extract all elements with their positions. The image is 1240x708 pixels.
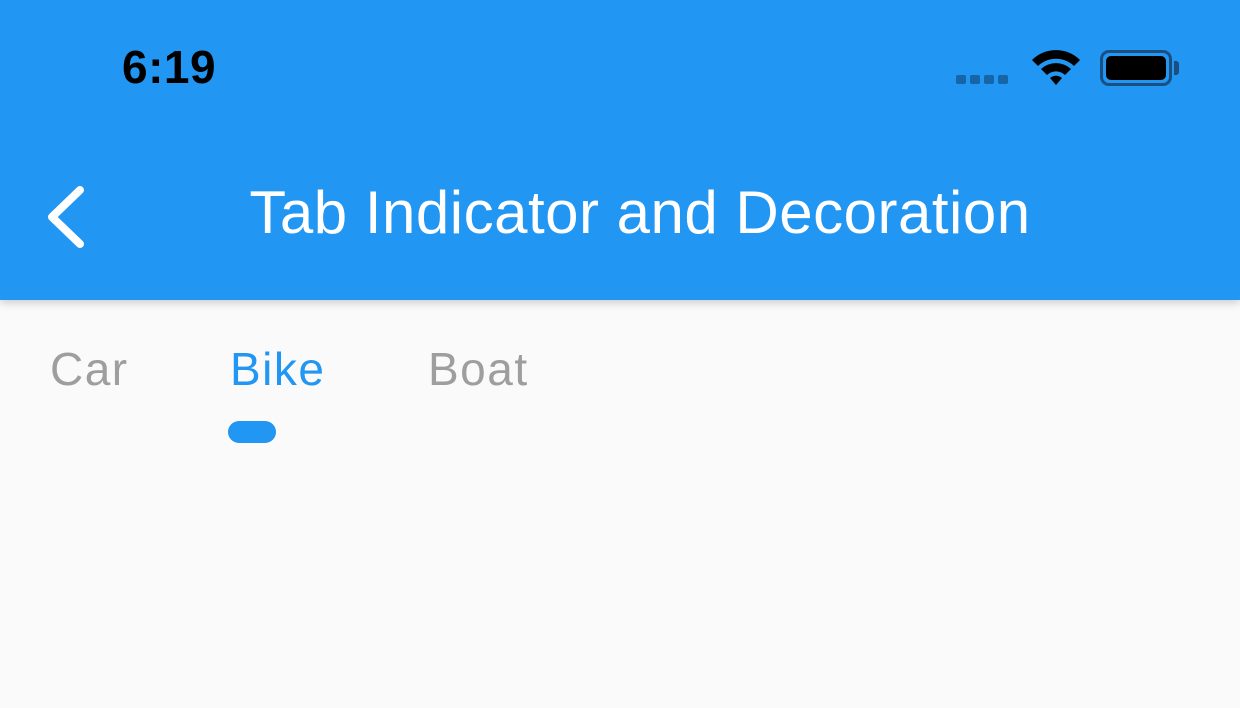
battery-icon: [1100, 50, 1172, 86]
tab-boat[interactable]: Boat: [428, 342, 529, 396]
tab-car[interactable]: Car: [50, 342, 129, 396]
back-button[interactable]: [36, 178, 100, 254]
tab-bar: Car Bike Boat: [0, 300, 1240, 460]
chevron-left-icon: [48, 186, 84, 248]
status-time: 6:19: [122, 41, 217, 93]
app-bar: 6:19 Tab Indicator and Decoration: [0, 0, 1240, 300]
battery-cap: [1174, 61, 1179, 75]
wifi-icon: [1032, 50, 1080, 85]
page-title: Tab Indicator and Decoration: [249, 179, 1031, 246]
tab-indicator: [228, 421, 276, 443]
tab-content: [0, 460, 1240, 708]
tab-bike[interactable]: Bike: [230, 342, 325, 396]
signal-icon: [956, 75, 1008, 84]
